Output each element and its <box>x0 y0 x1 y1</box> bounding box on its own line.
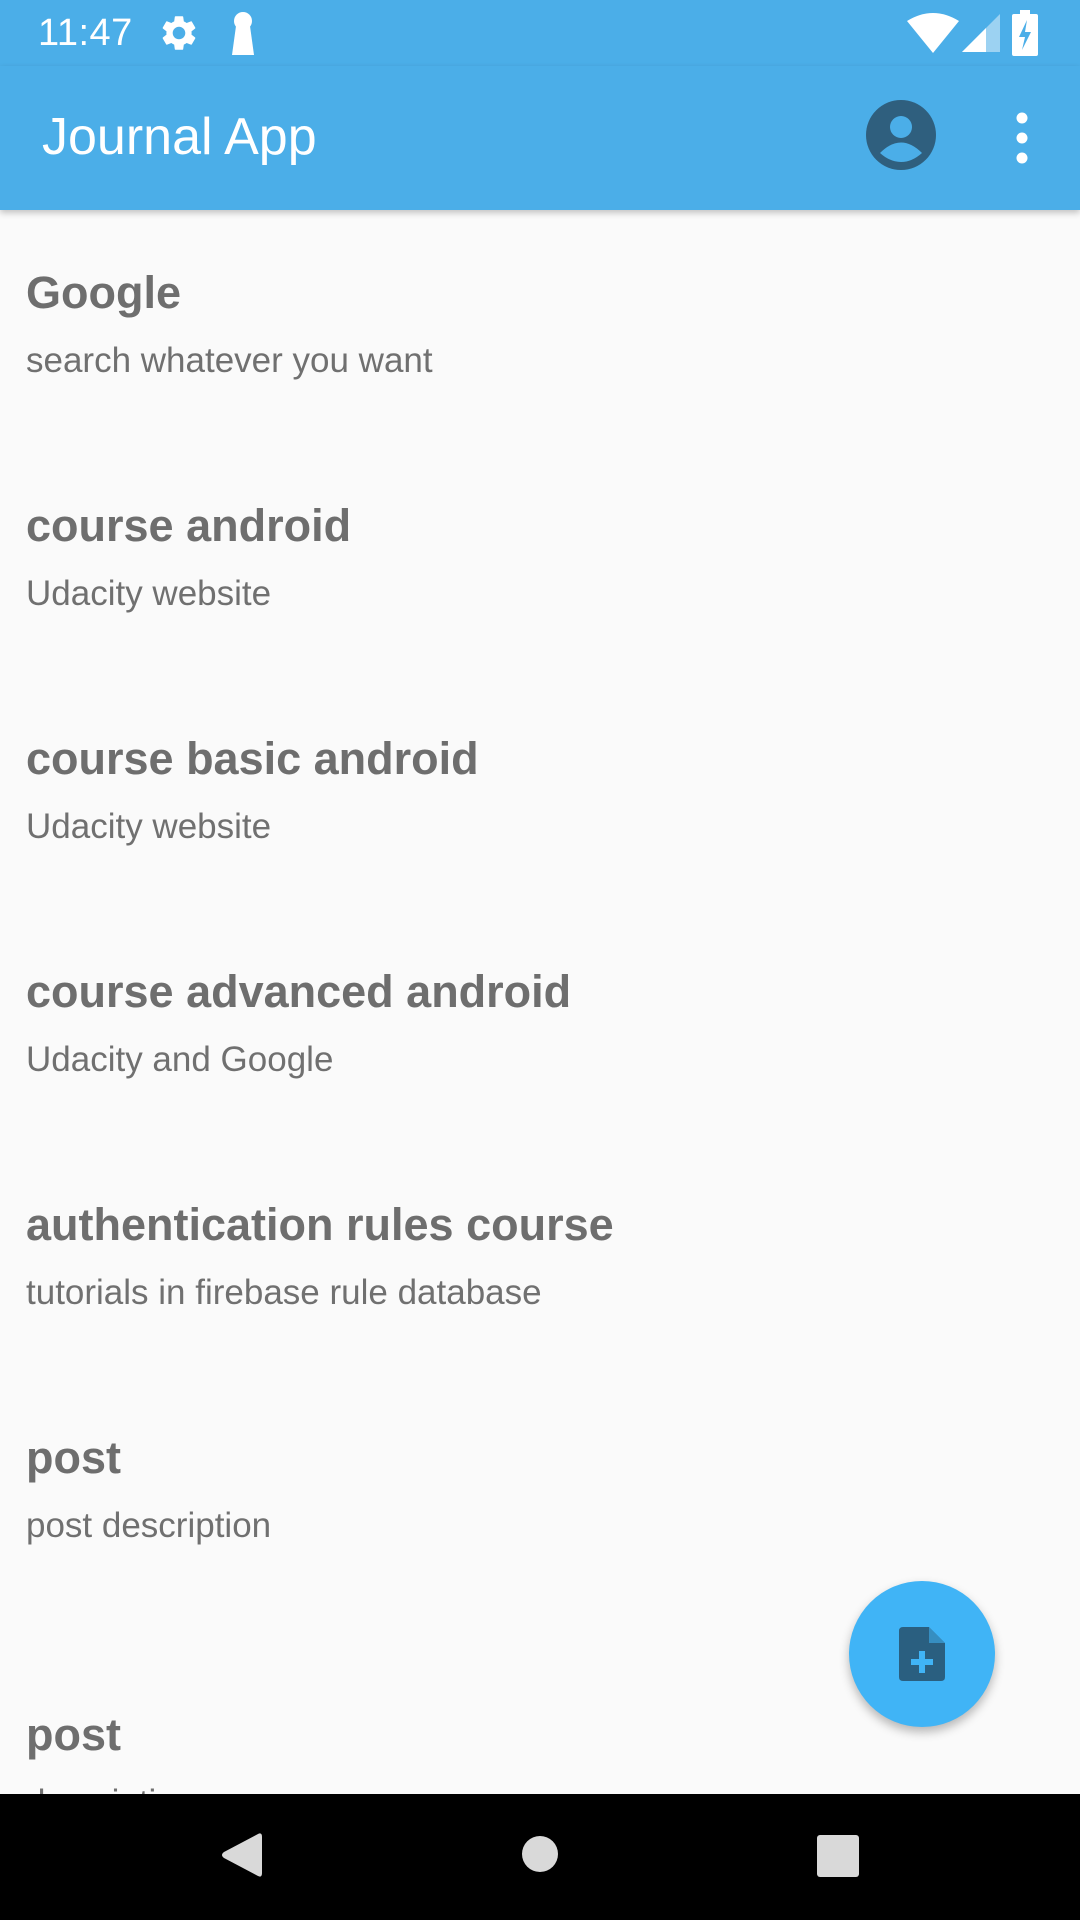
keyhole-icon <box>232 12 254 55</box>
journal-entry[interactable]: authentication rules course tutorials in… <box>0 1142 1080 1375</box>
navigation-bar <box>0 1794 1080 1920</box>
journal-entry[interactable]: post post description <box>0 1375 1080 1608</box>
journal-entry[interactable]: course android Udacity website <box>0 443 1080 676</box>
journal-entry[interactable]: Google search whatever you want <box>0 210 1080 443</box>
entry-description: Udacity website <box>26 574 272 613</box>
app-title: Journal App <box>42 108 317 166</box>
recents-icon[interactable] <box>817 1835 859 1877</box>
entry-title: course basic android <box>26 733 479 784</box>
battery-charging-icon <box>1012 10 1038 56</box>
status-bar: 11:47 <box>0 0 1080 66</box>
status-time: 11:47 <box>38 12 133 54</box>
entry-title: authentication rules course <box>26 1199 614 1250</box>
journal-entry[interactable]: course basic android Udacity website <box>0 676 1080 909</box>
entry-description: description <box>26 1782 195 1794</box>
entry-description: Udacity website <box>26 807 272 846</box>
entry-title: post <box>26 1432 121 1483</box>
journal-list: Google search whatever you want course a… <box>0 210 1080 1794</box>
entry-title: course advanced android <box>26 966 572 1017</box>
entry-title: course android <box>26 500 352 551</box>
entry-title: post <box>26 1709 121 1760</box>
more-vert-icon[interactable] <box>998 110 1046 166</box>
entry-description: search whatever you want <box>26 341 433 380</box>
app-bar: Journal App <box>0 66 1080 210</box>
back-icon[interactable] <box>218 1830 262 1880</box>
account-circle-icon[interactable] <box>866 100 936 170</box>
entry-description: Udacity and Google <box>26 1040 334 1079</box>
signal-icon <box>962 14 1000 52</box>
wifi-icon <box>907 13 959 53</box>
journal-screen: 11:47 Journal App Google search whatever… <box>0 0 1080 1920</box>
home-icon[interactable] <box>521 1835 559 1873</box>
entry-description: tutorials in firebase rule database <box>26 1273 542 1312</box>
note-add-icon <box>899 1627 945 1681</box>
entry-title: Google <box>26 267 181 318</box>
add-entry-fab[interactable] <box>849 1581 995 1727</box>
entry-description: post description <box>26 1506 272 1545</box>
journal-entry[interactable]: course advanced android Udacity and Goog… <box>0 909 1080 1142</box>
gear-icon <box>162 16 196 50</box>
